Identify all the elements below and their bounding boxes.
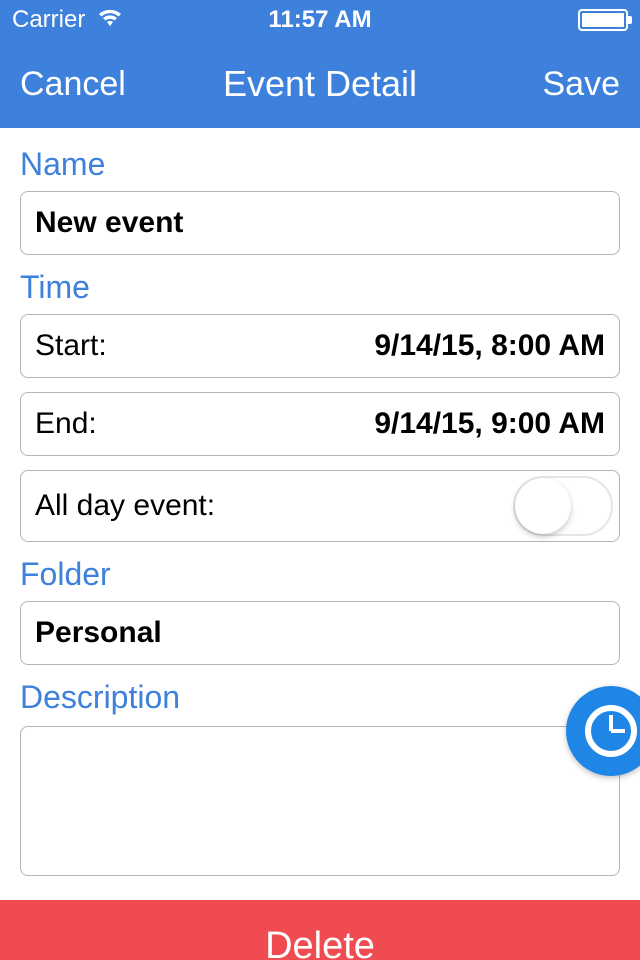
battery-icon	[578, 9, 628, 31]
save-button[interactable]: Save	[543, 65, 621, 104]
status-right	[578, 9, 628, 31]
carrier-label: Carrier	[12, 6, 85, 34]
folder-section-label: Folder	[20, 556, 620, 593]
description-section-label: Description	[20, 679, 620, 716]
all-day-field: All day event:	[20, 470, 620, 542]
content-area: Name New event Time Start: 9/14/15, 8:00…	[0, 128, 640, 876]
status-left: Carrier	[12, 6, 125, 35]
time-section-label: Time	[20, 269, 620, 306]
folder-field[interactable]: Personal	[20, 601, 620, 665]
wifi-icon	[95, 6, 125, 35]
description-field[interactable]	[20, 726, 620, 876]
page-title: Event Detail	[223, 63, 417, 105]
end-label: End:	[35, 407, 97, 441]
status-time: 11:57 AM	[268, 6, 371, 34]
clock-icon	[585, 705, 637, 757]
folder-value: Personal	[35, 616, 162, 650]
start-time-field[interactable]: Start: 9/14/15, 8:00 AM	[20, 314, 620, 378]
delete-label: Delete	[265, 925, 375, 960]
all-day-toggle[interactable]	[513, 476, 613, 536]
toggle-knob	[515, 478, 571, 534]
event-name-value: New event	[35, 206, 183, 240]
cancel-button[interactable]: Cancel	[20, 65, 126, 104]
all-day-label: All day event:	[35, 489, 215, 523]
start-label: Start:	[35, 329, 107, 363]
status-bar: Carrier 11:57 AM	[0, 0, 640, 40]
end-value: 9/14/15, 9:00 AM	[374, 407, 605, 441]
name-section-label: Name	[20, 146, 620, 183]
navigation-bar: Cancel Event Detail Save	[0, 40, 640, 128]
delete-button[interactable]: Delete	[0, 900, 640, 960]
start-value: 9/14/15, 8:00 AM	[374, 329, 605, 363]
end-time-field[interactable]: End: 9/14/15, 9:00 AM	[20, 392, 620, 456]
event-name-field[interactable]: New event	[20, 191, 620, 255]
